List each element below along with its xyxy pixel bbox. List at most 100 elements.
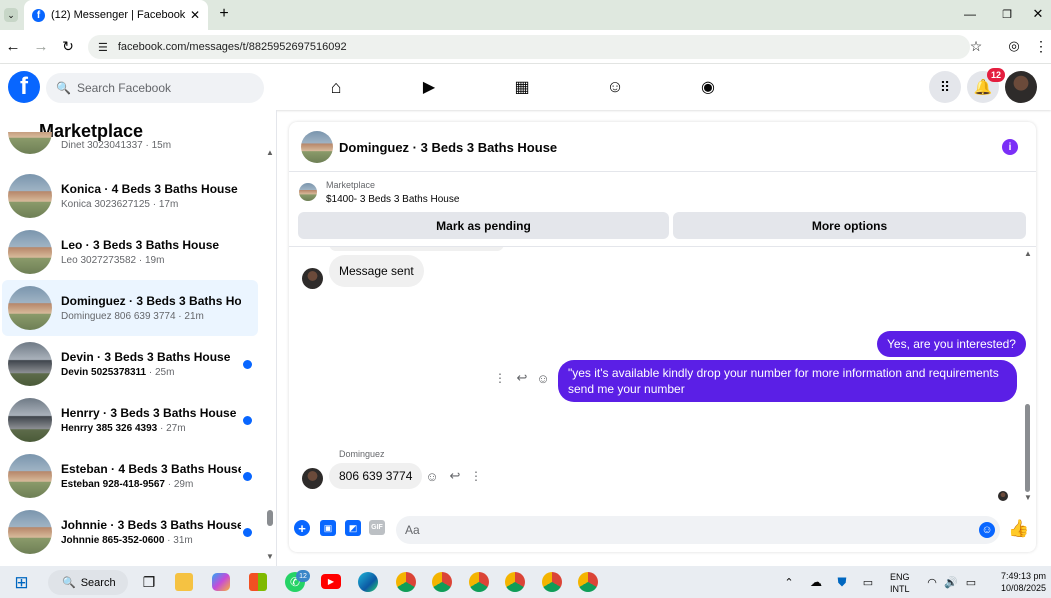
file-explorer-icon[interactable] <box>175 573 193 591</box>
clock-time: 7:49:13 pm <box>1000 571 1046 581</box>
conversation-item[interactable]: Devin · 3 Beds 3 Baths House Devin 502537… <box>2 336 258 392</box>
conversation-item-active[interactable]: Dominguez · 3 Beds 3 Baths Ho... Domingue… <box>2 280 258 336</box>
chrome-icon[interactable] <box>469 572 489 592</box>
site-info-icon[interactable]: ☰ <box>98 41 108 54</box>
start-windows-icon[interactable]: ⊞ <box>12 573 31 592</box>
react-icon[interactable]: ☺ <box>425 469 439 484</box>
conversation-subtitle: Leo 3027273582 · 19m <box>61 255 165 266</box>
add-more-icon[interactable]: + <box>294 520 310 536</box>
forward-icon[interactable]: → <box>33 38 49 55</box>
minimize-icon[interactable]: — <box>962 6 978 22</box>
outgoing-message-bubble[interactable]: Yes, are you interested? <box>877 331 1026 357</box>
chat-scroll-down-icon[interactable]: ▼ <box>1024 493 1032 502</box>
wifi-icon[interactable]: ◠ <box>925 575 939 589</box>
home-icon[interactable]: ⌂ <box>324 76 348 98</box>
sticker-icon[interactable]: ◩ <box>345 520 361 536</box>
reply-icon[interactable]: ↩ <box>447 468 463 483</box>
more-actions-icon[interactable]: ⋮ <box>469 469 483 483</box>
tray-chevron-icon[interactable]: ⌃ <box>782 575 796 589</box>
chat-scrollbar-thumb[interactable] <box>1025 404 1030 492</box>
conversation-title: Henrry · 3 Beds 3 Baths House <box>61 406 237 420</box>
emoji-icon[interactable]: ☺ <box>979 522 995 538</box>
scrollbar-thumb[interactable] <box>267 510 273 526</box>
partial-avatar <box>8 132 52 154</box>
facebook-logo-icon[interactable]: f <box>8 71 40 103</box>
chat-header-title[interactable]: Dominguez · 3 Beds 3 Baths House <box>339 140 557 155</box>
browser-tab[interactable]: f (12) Messenger | Facebook ✕ <box>24 0 208 30</box>
message-input[interactable]: Aa ☺ <box>396 516 1000 544</box>
conversation-subtitle: Dominguez 806 639 3774 · 21m <box>61 311 204 322</box>
clock[interactable]: 7:49:13 pm 10/08/2025 <box>988 570 1046 594</box>
chrome-icon[interactable] <box>396 572 416 592</box>
conversation-subtitle: Henrry 385 326 4393 <box>61 423 158 434</box>
clock-date: 10/08/2025 <box>1000 583 1046 593</box>
chrome-icon[interactable] <box>432 572 452 592</box>
tab-list-icon[interactable]: ⌄ <box>4 8 18 22</box>
sender-avatar <box>302 468 323 489</box>
conversation-item[interactable]: Johnnie · 3 Beds 3 Baths House Johnnie 86… <box>2 504 258 560</box>
facebook-favicon-icon: f <box>32 8 45 22</box>
react-icon[interactable]: ☺ <box>536 371 550 386</box>
conversation-subtitle: Esteban 928-418-9567 <box>61 479 165 490</box>
reload-icon[interactable]: ↻ <box>60 38 76 54</box>
close-tab-icon[interactable]: ✕ <box>190 8 200 22</box>
microsoft-store-icon[interactable] <box>249 573 267 591</box>
bookmark-star-icon[interactable]: ☆ <box>968 38 984 54</box>
volume-icon[interactable]: 🔊 <box>944 575 958 589</box>
chat-listing-avatar[interactable] <box>301 131 333 163</box>
menu-icon[interactable]: ⋮ <box>1034 38 1048 54</box>
chrome-icon[interactable] <box>542 572 562 592</box>
edge-icon[interactable] <box>358 572 378 592</box>
close-window-icon[interactable]: ✕ <box>1030 6 1046 22</box>
taskbar-search[interactable]: 🔍 Search <box>48 570 128 595</box>
scrollbar-down-icon[interactable]: ▼ <box>266 552 274 561</box>
conversation-title: Devin · 3 Beds 3 Baths House <box>61 350 231 364</box>
gaming-icon[interactable]: ◉ <box>696 76 720 98</box>
chrome-icon[interactable] <box>505 572 525 592</box>
new-tab-icon[interactable]: + <box>216 5 232 22</box>
language-indicator[interactable]: ENG INTL <box>890 571 910 595</box>
address-bar[interactable]: ☰ facebook.com/messages/t/88259526975160… <box>88 35 970 59</box>
onedrive-icon[interactable]: ☁ <box>808 575 824 589</box>
keyboard-layout: INTL <box>890 584 910 594</box>
partial-conversation-text: Dinet 3023041337 · 15m <box>61 140 172 151</box>
taskbar-search-icon: 🔍 <box>62 577 76 589</box>
groups-icon[interactable]: ☺ <box>603 76 627 98</box>
youtube-icon[interactable]: ▶ <box>321 574 341 589</box>
video-icon[interactable]: ▶ <box>417 76 441 98</box>
account-avatar[interactable] <box>1005 71 1037 103</box>
conversation-item[interactable]: Esteban · 4 Beds 3 Baths House Esteban 92… <box>2 448 258 504</box>
like-thumb-icon[interactable]: 👍 <box>1008 519 1029 539</box>
more-actions-icon[interactable]: ⋮ <box>493 371 507 385</box>
menu-grid-icon[interactable]: ⠿ <box>929 71 961 103</box>
marketplace-icon[interactable]: ▦ <box>510 76 534 98</box>
conversation-item[interactable]: Henrry · 3 Beds 3 Baths House Henrry 385 … <box>2 392 258 448</box>
display-icon[interactable]: ▭ <box>860 575 876 589</box>
back-icon[interactable]: ← <box>5 38 21 55</box>
copilot-icon[interactable] <box>212 573 230 591</box>
listing-avatar <box>8 398 52 442</box>
listing-card[interactable]: Marketplace $1400- 3 Beds 3 Baths House <box>289 173 1036 209</box>
incoming-message-bubble[interactable]: 806 639 3774 <box>329 463 423 489</box>
more-options-button[interactable]: More options <box>673 212 1026 239</box>
mark-as-pending-button[interactable]: Mark as pending <box>298 212 669 239</box>
scrollbar-up-icon[interactable]: ▲ <box>266 148 274 157</box>
outgoing-message-bubble[interactable]: "yes it's available kindly drop your num… <box>558 360 1017 402</box>
partial-conversation: Dinet 3023041337 · 15m <box>0 132 258 156</box>
composer-bar: + ▣ ◩ GIF Aa ☺ 👍 <box>289 512 1036 548</box>
conversation-item[interactable]: Leo · 3 Beds 3 Baths House Leo 3027273582… <box>2 224 258 280</box>
reply-icon[interactable]: ↩ <box>514 370 530 385</box>
attach-photo-icon[interactable]: ▣ <box>320 520 336 536</box>
message-sent-bubble[interactable]: Message sent <box>329 255 424 287</box>
facebook-search-input[interactable]: 🔍 Search Facebook <box>46 73 264 103</box>
security-icon[interactable]: ⛊ <box>835 575 849 589</box>
task-view-icon[interactable]: ❐ <box>140 573 158 591</box>
chat-scroll-up-icon[interactable]: ▲ <box>1024 249 1032 258</box>
conversation-item[interactable]: Konica · 4 Beds 3 Baths House Konica 3023… <box>2 168 258 224</box>
chrome-icon[interactable] <box>578 572 598 592</box>
gif-icon[interactable]: GIF <box>369 520 385 535</box>
info-icon[interactable]: i <box>1002 139 1018 155</box>
restore-icon[interactable]: ❐ <box>999 6 1015 22</box>
profile-icon[interactable]: ◎ <box>1006 38 1022 54</box>
battery-icon[interactable]: ▭ <box>963 575 979 589</box>
